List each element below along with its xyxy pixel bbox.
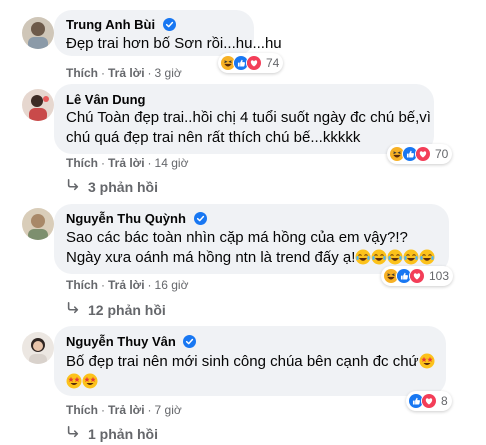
laughing-crying-emoji [403, 249, 419, 265]
verified-badge-icon [163, 18, 176, 31]
star-struck-emoji [66, 373, 82, 389]
laughing-crying-emoji [371, 249, 387, 265]
reply-arrow-icon [66, 425, 80, 439]
comment-actions: Thích · Trả lời · 14 giờ [66, 156, 189, 170]
laughing-crying-emoji [387, 249, 403, 265]
star-struck-emoji [82, 373, 98, 389]
timestamp[interactable]: 14 giờ [155, 156, 189, 170]
reaction-summary[interactable]: 74 [218, 53, 284, 73]
reaction-summary[interactable]: 8 [406, 391, 452, 411]
replies-label[interactable]: 3 phản hồi [88, 179, 158, 195]
laughing-crying-emoji [419, 249, 435, 265]
replies-label[interactable]: 1 phản hồi [88, 426, 158, 442]
comment-text-line [66, 372, 98, 392]
replies-label[interactable]: 12 phản hồi [88, 302, 166, 318]
timestamp[interactable]: 16 giờ [155, 278, 189, 292]
love-icon [246, 55, 262, 71]
avatar[interactable] [22, 17, 54, 49]
verified-badge-icon [183, 335, 196, 348]
reaction-summary[interactable]: 70 [387, 144, 453, 164]
comment-actions: Thích · Trả lời · 7 giờ [66, 403, 182, 417]
like-button[interactable]: Thích [66, 403, 98, 417]
star-struck-emoji [419, 353, 435, 369]
reply-arrow-icon [66, 301, 80, 315]
view-replies-link[interactable]: 3 phản hồi [66, 178, 158, 195]
comment-text-line: Ngày xưa oánh má hồng ntn là trend đấy ạ… [66, 248, 435, 268]
laughing-crying-emoji [355, 249, 371, 265]
commenter-name-text[interactable]: Nguyễn Thuy Vân [66, 334, 176, 349]
view-replies-link[interactable]: 12 phản hồi [66, 301, 166, 318]
love-icon [415, 146, 431, 162]
reply-button[interactable]: Trả lời [108, 403, 145, 417]
timestamp[interactable]: 7 giờ [155, 403, 182, 417]
comment-text-line: Sao các bác toàn nhìn cặp má hồng của em… [66, 229, 408, 246]
comment-text-line: Chú Toàn đẹp trai..hồi chị 4 tuổi suốt n… [66, 109, 431, 126]
commenter-name[interactable]: Nguyễn Thu Quỳnh [66, 211, 207, 226]
reaction-count: 8 [441, 394, 448, 408]
like-button[interactable]: Thích [66, 66, 98, 80]
commenter-name-text[interactable]: Trung Anh Bùi [66, 17, 155, 32]
commenter-name[interactable]: Lê Vân Dung [66, 92, 145, 107]
comment-actions: Thích · Trả lời · 3 giờ [66, 66, 182, 80]
commenter-name-text[interactable]: Nguyễn Thu Quỳnh [66, 211, 186, 226]
view-replies-link[interactable]: 1 phản hồi [66, 425, 158, 442]
comment-text-line: Bố đẹp trai nên mới sinh công chúa bên c… [66, 352, 435, 372]
like-button[interactable]: Thích [66, 156, 98, 170]
comment-text: Đẹp trai hơn bố Sơn rồi...hu...hu [66, 35, 282, 52]
reply-button[interactable]: Trả lời [108, 278, 145, 292]
reply-button[interactable]: Trả lời [108, 156, 145, 170]
avatar[interactable] [22, 208, 54, 240]
reaction-count: 74 [266, 56, 280, 70]
avatar[interactable] [22, 332, 54, 364]
like-button[interactable]: Thích [66, 278, 98, 292]
comment-actions: Thích · Trả lời · 16 giờ [66, 278, 189, 292]
reaction-count: 70 [435, 147, 449, 161]
love-icon [421, 393, 437, 409]
love-icon [409, 268, 425, 284]
verified-badge-icon [194, 212, 207, 225]
avatar[interactable] [22, 89, 54, 121]
reply-arrow-icon [66, 178, 80, 192]
comment-text-line: chú quá đẹp trai nên rất thích chú bế...… [66, 129, 361, 146]
commenter-name[interactable]: Trung Anh Bùi [66, 17, 176, 32]
comment-text-part: Ngày xưa oánh má hồng ntn là trend đấy ạ… [66, 249, 356, 266]
commenter-name-text[interactable]: Lê Vân Dung [66, 92, 145, 107]
reply-button[interactable]: Trả lời [108, 66, 145, 80]
reaction-count: 103 [429, 269, 450, 283]
commenter-name[interactable]: Nguyễn Thuy Vân [66, 334, 196, 349]
timestamp[interactable]: 3 giờ [155, 66, 182, 80]
reaction-summary[interactable]: 103 [381, 266, 454, 286]
comment-text-part: Bố đẹp trai nên mới sinh công chúa bên c… [66, 353, 419, 370]
